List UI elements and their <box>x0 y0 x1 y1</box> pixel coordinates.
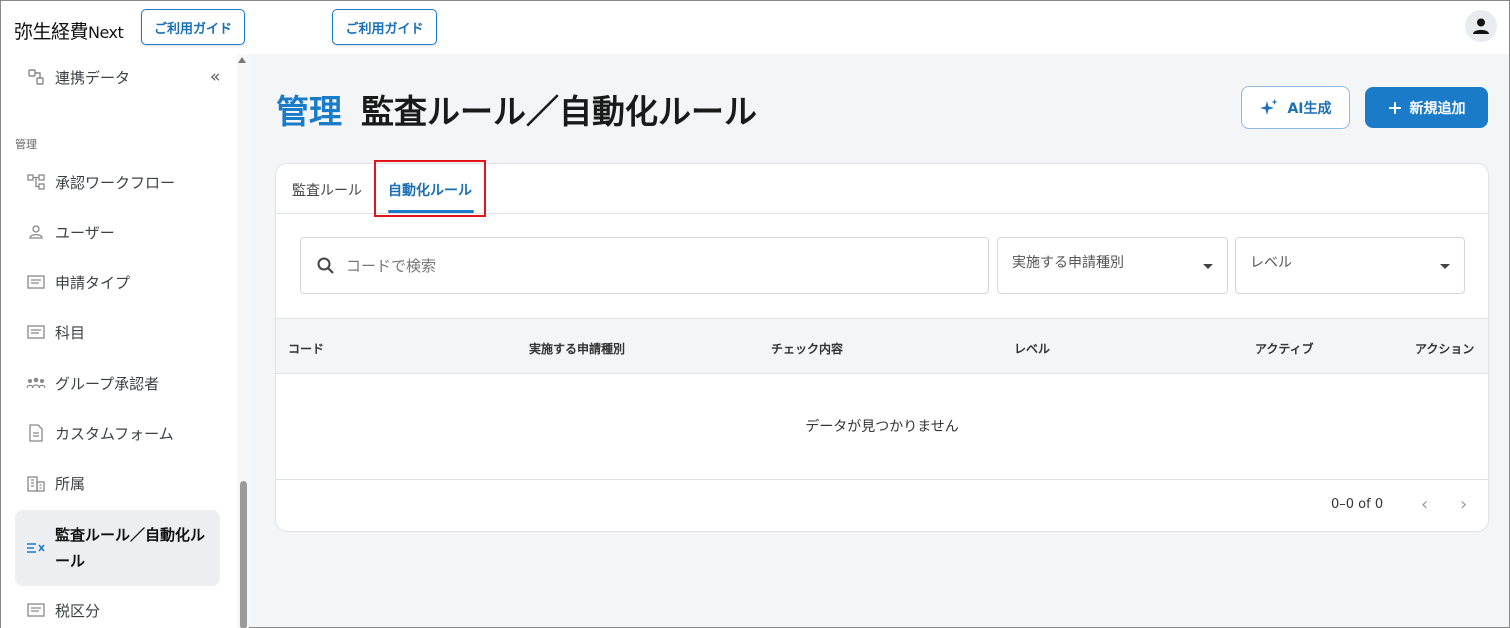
sidebar-item-label: ユーザー <box>55 223 115 242</box>
sidebar-section-label: 管理 <box>15 138 37 151</box>
form-icon <box>25 273 47 291</box>
guide-button-secondary[interactable]: ご利用ガイド <box>332 9 437 45</box>
column-header-code[interactable]: コード <box>288 340 324 357</box>
group-icon <box>25 374 47 392</box>
sidebar-item-workflow[interactable]: 承認ワークフロー <box>15 162 220 202</box>
sidebar-item-audit-rules[interactable]: 監査ルール／自動化ルール <box>15 510 220 586</box>
empty-state-message: データが見つかりません <box>805 419 959 435</box>
building-icon <box>25 474 47 492</box>
annotation-highlight-box <box>374 160 486 217</box>
scroll-up-arrow-icon[interactable] <box>238 57 246 63</box>
app-logo[interactable]: 弥生経費Next <box>14 17 124 44</box>
sidebar-item-request-type[interactable]: 申請タイプ <box>15 262 220 302</box>
top-bar: 弥生経費Next ご利用ガイド ご利用ガイド <box>1 1 1509 54</box>
sidebar-scroll-thumb[interactable] <box>240 481 247 628</box>
sidebar-item-custom-form[interactable]: カスタムフォーム <box>15 413 220 453</box>
rules-card: 監査ルール 自動化ルール 実施する申請種別 レベル コード 実施する申請種別 チ… <box>275 163 1489 532</box>
form-icon <box>25 323 47 341</box>
sidebar-item-tax-category[interactable]: 税区分 <box>15 590 220 628</box>
column-header-request-type[interactable]: 実施する申請種別 <box>529 340 625 357</box>
user-icon <box>25 223 47 241</box>
rule-check-icon <box>25 539 47 557</box>
collapse-sidebar-icon[interactable]: « <box>210 67 220 87</box>
request-type-filter-label: 実施する申請種別 <box>1012 254 1124 271</box>
column-header-active[interactable]: アクティブ <box>1255 340 1314 357</box>
logo-text: 弥生経費 <box>14 21 89 43</box>
sidebar-item-group-approver[interactable]: グループ承認者 <box>15 363 220 403</box>
sidebar-item-account-subject[interactable]: 科目 <box>15 312 220 352</box>
search-icon <box>317 257 334 274</box>
link-data-icon <box>25 68 47 86</box>
account-icon <box>1473 18 1489 34</box>
page-title-prefix: 管理 <box>276 92 342 131</box>
sidebar-item-label: 所属 <box>55 474 86 493</box>
column-header-check-content[interactable]: チェック内容 <box>771 340 843 357</box>
sidebar-item-label: 税区分 <box>55 601 101 620</box>
plus-icon <box>1388 101 1401 114</box>
sidebar-item-users[interactable]: ユーザー <box>15 212 220 252</box>
chevron-down-icon <box>1203 264 1213 269</box>
page-title: 監査ルール／自動化ルール <box>361 92 757 131</box>
sidebar: 連携データ « 管理 承認ワークフロー ユーザー 申請タイプ 科目 グループ承認… <box>1 54 237 628</box>
column-header-level[interactable]: レベル <box>1014 340 1050 357</box>
guide-button[interactable]: ご利用ガイド <box>141 9 245 45</box>
table-footer-divider <box>276 479 1488 480</box>
search-box[interactable] <box>300 237 989 294</box>
chevron-right-icon[interactable]: › <box>1460 494 1467 515</box>
add-new-label: 新規追加 <box>1409 100 1466 117</box>
chevron-left-icon[interactable]: ‹ <box>1421 494 1428 515</box>
form-icon <box>25 601 47 619</box>
document-icon <box>25 424 47 442</box>
tab-audit-rules[interactable]: 監査ルール <box>292 180 362 200</box>
sidebar-item-label: カスタムフォーム <box>55 424 174 443</box>
ai-generate-label: AI生成 <box>1287 100 1332 117</box>
table-header: コード 実施する申請種別 チェック内容 レベル アクティブ アクション <box>276 318 1488 374</box>
level-filter[interactable]: レベル <box>1235 237 1465 294</box>
sidebar-item-label: 承認ワークフロー <box>55 173 176 192</box>
chevron-down-icon <box>1440 264 1450 269</box>
sidebar-item-label: 申請タイプ <box>55 273 131 292</box>
pagination-info: 0–0 of 0 <box>1331 497 1384 512</box>
add-new-button[interactable]: 新規追加 <box>1365 87 1488 128</box>
sidebar-item-department[interactable]: 所属 <box>15 463 220 503</box>
column-header-action: アクション <box>1415 342 1475 356</box>
logo-suffix: Next <box>88 23 124 42</box>
sidebar-item-label: 監査ルール／自動化ルール <box>55 526 206 570</box>
request-type-filter[interactable]: 実施する申請種別 <box>997 237 1228 294</box>
ai-generate-button[interactable]: AI生成 <box>1241 86 1350 129</box>
sidebar-item-label: 科目 <box>55 323 86 342</box>
workflow-icon <box>25 173 47 191</box>
search-input[interactable] <box>346 256 946 275</box>
sidebar-item-linked-data[interactable]: 連携データ <box>15 57 220 97</box>
sparkle-icon <box>1260 98 1278 115</box>
sidebar-item-label: 連携データ <box>55 68 131 87</box>
level-filter-label: レベル <box>1250 254 1292 271</box>
account-avatar[interactable] <box>1465 10 1497 42</box>
sidebar-item-label: グループ承認者 <box>55 374 160 393</box>
